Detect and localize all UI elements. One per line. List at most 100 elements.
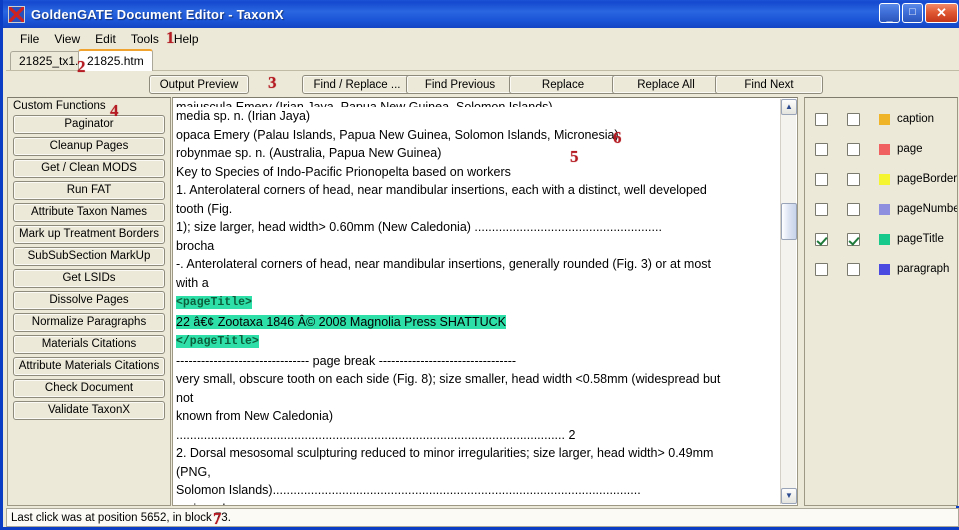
document-line: with a <box>176 275 209 290</box>
document-line: very small, obscure tooth on each side (… <box>176 372 721 386</box>
document-line: majuscula <box>176 500 780 506</box>
document-line: 1); size larger, head width> 0.60mm (New… <box>176 220 662 234</box>
function-button-subsubsection-markup[interactable]: SubSubSection MarkUp <box>13 247 165 266</box>
editor-toolbar: Output Preview Find / Replace ... Find Pre… <box>6 71 959 97</box>
checkbox-show-pagetitle[interactable] <box>815 232 828 246</box>
close-icon: ✕ <box>936 5 947 20</box>
function-button-paginator[interactable]: Paginator <box>13 115 165 134</box>
tab-21825-htm[interactable]: 21825.htm <box>78 49 153 71</box>
document-line: Solomon Islands)........................… <box>176 483 641 497</box>
menu-view[interactable]: View <box>47 30 88 48</box>
status-text: Last click was at position 5652, in bloc… <box>11 511 231 524</box>
checkbox-highlight-caption[interactable] <box>847 112 860 126</box>
toolbar-button-find-replace[interactable]: Find / Replace ... <box>302 75 412 94</box>
document-line: tooth (Fig. <box>176 201 233 216</box>
tag-label-page: page <box>897 143 923 155</box>
maximize-icon: □ <box>909 6 916 18</box>
function-button-materials-citations[interactable]: Materials Citations <box>13 335 165 354</box>
custom-functions-title: Custom Functions <box>13 100 106 112</box>
document-editor-area[interactable]: majuscula Emery (Irian Jaya, Papua New G… <box>172 97 798 506</box>
scroll-up-icon[interactable]: ▲ <box>781 99 797 115</box>
checkbox-show-paragraph[interactable] <box>815 262 828 276</box>
tag-label-pagenumber: pageNumber <box>897 203 958 215</box>
minimize-icon: _ <box>886 11 893 23</box>
tag-label-pagetitle: pageTitle <box>897 233 944 245</box>
tag-row-page: page <box>805 134 957 164</box>
checkbox-highlight-pagenumber[interactable] <box>847 202 860 216</box>
tag-row-caption: caption <box>805 104 957 134</box>
window-controls: _ □ ✕ <box>879 3 958 23</box>
function-button-cleanup-pages[interactable]: Cleanup Pages <box>13 137 165 156</box>
document-line-highlight: 22 â€¢ Zootaxa 1846 Â© 2008 Magnolia Pre… <box>176 313 780 332</box>
toolbar-button-output-preview[interactable]: Output Preview <box>149 75 249 94</box>
xml-tag-marker: </pageTitle> <box>176 335 259 348</box>
document-line: (PNG, <box>176 464 211 479</box>
menu-edit[interactable]: Edit <box>88 30 124 48</box>
tag-label-pageborder: pageBorder <box>897 173 958 185</box>
checkbox-show-caption[interactable] <box>815 112 828 126</box>
function-button-get-clean-mods[interactable]: Get / Clean MODS <box>13 159 165 178</box>
document-vertical-scrollbar[interactable]: ▲ ▼ <box>780 99 797 504</box>
function-button-attribute-materials-citations[interactable]: Attribute Materials Citations <box>13 357 165 376</box>
toolbar-button-find-next[interactable]: Find Next <box>715 75 823 94</box>
document-line: not <box>176 390 194 405</box>
document-text[interactable]: majuscula Emery (Irian Jaya, Papua New G… <box>173 98 782 505</box>
maximize-button[interactable]: □ <box>902 3 923 23</box>
color-swatch-paragraph[interactable] <box>879 263 890 275</box>
document-line: -. Anterolateral corners of head, near m… <box>176 257 711 271</box>
color-swatch-pageborder[interactable] <box>879 173 890 185</box>
scrollbar-thumb[interactable] <box>781 203 797 240</box>
function-button-normalize-paragraphs[interactable]: Normalize Paragraphs <box>13 313 165 332</box>
menu-file[interactable]: File <box>13 30 47 48</box>
custom-functions-list: Paginator Cleanup Pages Get / Clean MODS Ru… <box>8 115 170 420</box>
checkbox-highlight-pagetitle[interactable] <box>847 232 860 246</box>
function-button-attribute-taxon-names[interactable]: Attribute Taxon Names <box>13 203 165 222</box>
app-icon <box>8 5 25 23</box>
tag-row-pagetitle: pageTitle <box>805 224 957 254</box>
function-button-check-document[interactable]: Check Document <box>13 379 165 398</box>
color-swatch-pagenumber[interactable] <box>879 203 890 215</box>
editor-content: Custom Functions Paginator Cleanup Pages G… <box>6 97 959 506</box>
close-button[interactable]: ✕ <box>925 3 958 23</box>
document-line: majuscula Emery (Irian Jaya, Papua New G… <box>176 100 553 107</box>
function-button-run-fat[interactable]: Run FAT <box>13 181 165 200</box>
document-line-tag: <pageTitle> <box>176 292 780 313</box>
custom-functions-panel: Custom Functions Paginator Cleanup Pages G… <box>7 97 171 506</box>
document-line-tag: </pageTitle> <box>176 331 780 352</box>
toolbar-button-replace[interactable]: Replace <box>509 75 617 94</box>
document-line: ........................................… <box>176 427 576 442</box>
document-line: media sp. n. (Irian Jaya) <box>176 109 311 123</box>
menu-bar: File View Edit Tools Help <box>6 28 959 49</box>
highlighted-page-title-text: 22 â€¢ Zootaxa 1846 Â© 2008 Magnolia Pre… <box>176 314 506 329</box>
checkbox-highlight-page[interactable] <box>847 142 860 156</box>
checkbox-highlight-pageborder[interactable] <box>847 172 860 186</box>
xml-tag-marker: <pageTitle> <box>176 296 252 309</box>
checkbox-show-page[interactable] <box>815 142 828 156</box>
document-line: brocha <box>176 238 215 253</box>
tag-label-paragraph: paragraph <box>897 263 950 275</box>
color-swatch-pagetitle[interactable] <box>879 233 890 245</box>
function-button-get-lsids[interactable]: Get LSIDs <box>13 269 165 288</box>
function-button-dissolve-pages[interactable]: Dissolve Pages <box>13 291 165 310</box>
minimize-button[interactable]: _ <box>879 3 900 23</box>
color-swatch-caption[interactable] <box>879 113 890 125</box>
toolbar-button-find-previous[interactable]: Find Previous <box>406 75 514 94</box>
scroll-down-icon[interactable]: ▼ <box>781 488 797 504</box>
checkbox-show-pageborder[interactable] <box>815 172 828 186</box>
toolbar-button-replace-all[interactable]: Replace All <box>612 75 720 94</box>
color-swatch-page[interactable] <box>879 143 890 155</box>
function-button-mark-up-treatment-borders[interactable]: Mark up Treatment Borders <box>13 225 165 244</box>
checkbox-highlight-paragraph[interactable] <box>847 262 860 276</box>
menu-tools[interactable]: Tools <box>124 30 167 48</box>
checkbox-show-pagenumber[interactable] <box>815 202 828 216</box>
document-line: 2. Dorsal mesosomal sculpturing reduced … <box>176 446 714 460</box>
tag-row-pageborder: pageBorder <box>805 164 957 194</box>
document-line: opaca Emery (Palau Islands, Papua New Gu… <box>176 127 619 142</box>
document-line: robynmae sp. n. (Australia, Papua New Gu… <box>176 146 442 160</box>
application-window: GoldenGATE Document Editor - TaxonX _ □ … <box>0 0 959 530</box>
function-button-validate-taxonx[interactable]: Validate TaxonX <box>13 401 165 420</box>
annotation-tag-panel: caption page pageBorder pageNumber pageTitle… <box>804 97 958 506</box>
document-line: Key to Species of Indo-Pacific Prionopel… <box>176 164 511 179</box>
document-line: known from New Caledonia) <box>176 409 334 423</box>
menu-help[interactable]: Help <box>167 30 207 48</box>
